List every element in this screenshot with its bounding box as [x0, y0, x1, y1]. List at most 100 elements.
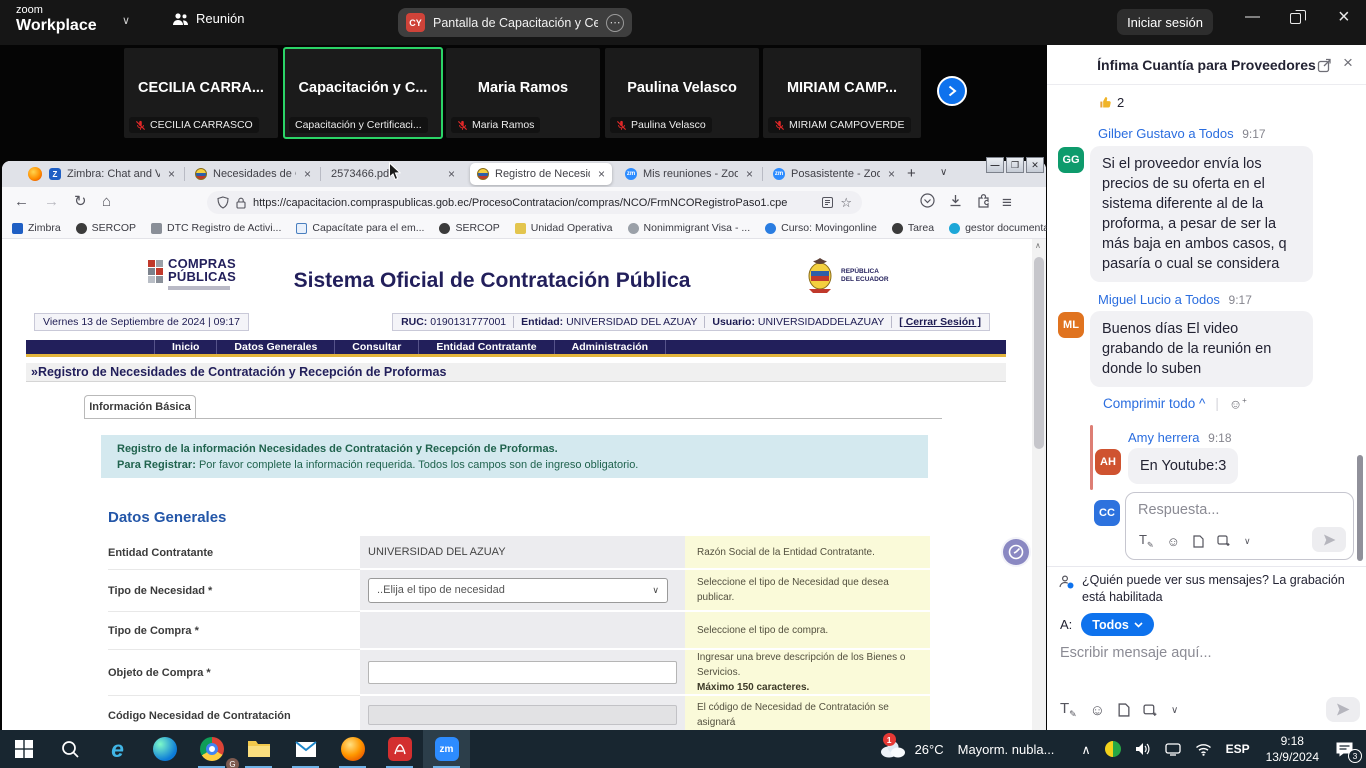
collapse-all-link[interactable]: Comprimir todo ^ [1103, 396, 1205, 411]
taskbar-internet-explorer[interactable]: e [94, 730, 141, 768]
bookmark-star-icon[interactable]: ☆ [840, 195, 852, 211]
remote-close-icon[interactable]: ✕ [1026, 157, 1044, 173]
browser-tab[interactable]: zm Mis reuniones - Zoom × [618, 163, 760, 185]
bookmark-item[interactable]: Capacítate para el em... [296, 222, 424, 234]
taskbar-file-explorer[interactable] [235, 730, 282, 768]
bookmark-item[interactable]: Curso: Movingonline [765, 222, 877, 234]
remote-restore-icon[interactable]: ❒ [1006, 157, 1024, 173]
chat-message[interactable]: Buenos días El video grabando de la reun… [1090, 311, 1313, 387]
back-icon[interactable]: ← [14, 193, 29, 211]
close-tab-icon[interactable]: × [304, 167, 311, 181]
volume-icon[interactable] [1128, 730, 1158, 768]
remote-window-controls[interactable]: — ❒ ✕ [986, 157, 1044, 173]
antivirus-icon[interactable] [1098, 730, 1128, 768]
tab-informacion-basica[interactable]: Información Básica [84, 395, 196, 418]
download-icon[interactable] [948, 193, 963, 208]
bookmark-item[interactable]: gestor documental [949, 222, 1051, 234]
weather-description[interactable]: Mayorm. nubla... [951, 730, 1075, 768]
browser-tab[interactable]: zm Posasistente - Zoom × [766, 163, 902, 185]
remote-minimize-icon[interactable]: — [986, 157, 1004, 173]
participant-tile-active-speaker[interactable]: Capacitación y C... Capacitación y Certi… [284, 48, 442, 138]
bookmark-item[interactable]: DTC Registro de Activi... [151, 222, 281, 234]
action-center[interactable]: 3 [1328, 730, 1366, 768]
home-icon[interactable]: ⌂ [102, 193, 111, 211]
bookmark-item[interactable]: Unidad Operativa [515, 222, 613, 234]
participant-tile[interactable]: CECILIA CARRA... CECILIA CARRASCO [124, 48, 278, 138]
minimize-button[interactable]: — [1245, 9, 1260, 24]
next-participants-button[interactable] [937, 76, 967, 106]
emoji-icon[interactable]: ☺ [1167, 534, 1180, 549]
clock[interactable]: 9:1813/9/2024 [1257, 730, 1328, 768]
send-message-button[interactable] [1326, 697, 1360, 722]
more-options-icon[interactable]: ⋯ [606, 14, 624, 32]
participant-tile[interactable]: Paulina Velasco Paulina Velasco [605, 48, 759, 138]
temperature[interactable]: 26°C [908, 730, 951, 768]
objeto-compra-input[interactable] [368, 661, 677, 684]
bookmark-item[interactable]: Tarea [892, 222, 934, 234]
url-text[interactable]: https://capacitacion.compraspublicas.gob… [253, 197, 815, 209]
url-bar[interactable]: https://capacitacion.compraspublicas.gob… [207, 191, 862, 214]
restore-button[interactable] [1290, 13, 1301, 24]
chevron-down-icon[interactable]: ∨ [1244, 536, 1251, 547]
reaction-badge[interactable]: 2 [1098, 95, 1124, 110]
extensions-icon[interactable] [976, 193, 991, 208]
screenshot-icon[interactable] [1143, 704, 1158, 717]
reader-view-icon[interactable] [822, 197, 833, 208]
wifi-icon[interactable] [1188, 730, 1219, 768]
cerrar-sesion-link[interactable]: [ Cerrar Sesión ] [891, 316, 981, 328]
menu-item-administracion[interactable]: Administración [555, 340, 666, 354]
chat-message[interactable]: Si el proveedor envía los precios de su … [1090, 146, 1313, 282]
forward-icon[interactable]: → [44, 193, 59, 211]
new-tab-button[interactable]: + [907, 165, 916, 182]
screen-share-gauge-icon[interactable] [1001, 537, 1031, 567]
recipient-selector[interactable]: Todos [1081, 613, 1154, 636]
reload-icon[interactable]: ↻ [74, 193, 87, 211]
chat-scrollbar-thumb[interactable] [1357, 455, 1363, 561]
weather-widget[interactable]: 1 [871, 730, 908, 768]
bookmark-item[interactable]: Nonimmigrant Visa - ... [628, 222, 751, 234]
cast-icon[interactable] [1158, 730, 1188, 768]
file-icon[interactable] [1193, 535, 1204, 548]
chevron-down-icon[interactable]: ∨ [122, 14, 130, 27]
format-icon[interactable]: T✎ [1060, 700, 1077, 720]
bookmark-item[interactable]: Zimbra [12, 222, 61, 234]
message-input[interactable]: Escribir mensaje aquí... [1060, 645, 1212, 661]
pop-out-icon[interactable] [1317, 58, 1332, 73]
menu-item-datos-generales[interactable]: Datos Generales [217, 340, 335, 354]
taskbar-chrome[interactable]: G [188, 730, 235, 768]
firefox-icon[interactable] [28, 167, 42, 181]
menu-item-entidad-contratante[interactable]: Entidad Contratante [419, 340, 554, 354]
scroll-up-icon[interactable]: ∧ [1035, 241, 1041, 250]
shield-icon[interactable] [217, 196, 229, 209]
page-scrollbar[interactable]: ∧ [1032, 239, 1046, 730]
taskbar-edge[interactable] [141, 730, 188, 768]
send-reply-button[interactable] [1312, 527, 1346, 552]
scrollbar-thumb[interactable] [1034, 257, 1044, 449]
chevron-down-icon[interactable]: ∨ [1171, 705, 1178, 716]
taskbar-zoom[interactable]: zm [423, 730, 470, 768]
tray-expand-chevron[interactable]: ∧ [1074, 730, 1097, 768]
menu-item-consultar[interactable]: Consultar [335, 340, 419, 354]
participant-tile[interactable]: Maria Ramos Maria Ramos [446, 48, 600, 138]
start-button[interactable] [0, 730, 47, 768]
bookmark-item[interactable]: SERCOP [439, 222, 499, 234]
taskbar-acrobat[interactable] [376, 730, 423, 768]
browser-tab-active[interactable]: Registro de Necesidade × [470, 163, 612, 185]
browser-tab[interactable]: Necesidades de Contrata × [188, 163, 318, 185]
close-tab-icon[interactable]: × [448, 167, 455, 181]
reply-input[interactable]: Respuesta... T✎ ☺ ∨ [1125, 492, 1354, 560]
close-button[interactable]: × [1338, 7, 1350, 27]
tab-list-button[interactable]: ∨ [940, 167, 947, 178]
close-tab-icon[interactable]: × [598, 167, 605, 181]
browser-tab[interactable]: Z Zimbra: Chat and Video × [42, 163, 182, 185]
tipo-necesidad-select[interactable]: ..Elija el tipo de necesidad∨ [368, 578, 668, 603]
taskbar-mail[interactable] [282, 730, 329, 768]
language-indicator[interactable]: ESP [1219, 730, 1257, 768]
participant-tile[interactable]: MIRIAM CAMP... MIRIAM CAMPOVERDE [763, 48, 921, 138]
search-button[interactable] [47, 730, 94, 768]
chat-message[interactable]: En Youtube:3 [1128, 448, 1238, 484]
close-tab-icon[interactable]: × [888, 167, 895, 181]
close-tab-icon[interactable]: × [168, 167, 175, 181]
menu-item-inicio[interactable]: Inicio [154, 340, 217, 354]
bookmark-item[interactable]: SERCOP [76, 222, 136, 234]
